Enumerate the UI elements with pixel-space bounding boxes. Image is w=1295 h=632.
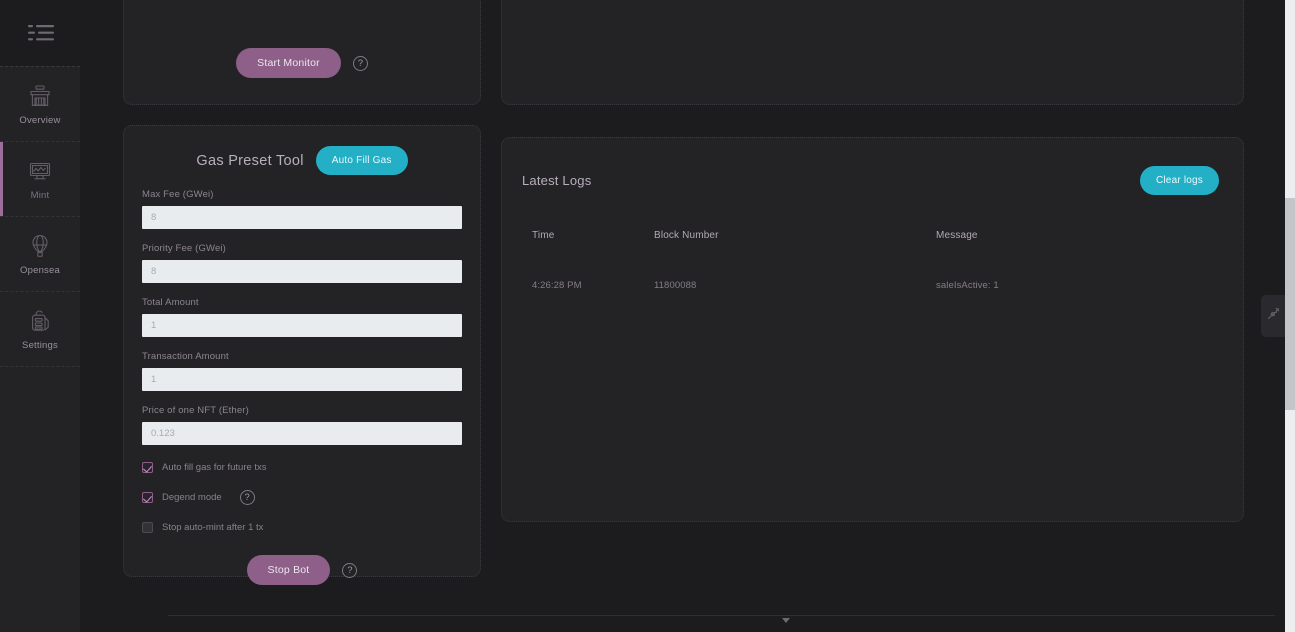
sidebar-item-settings[interactable]: Settings <box>0 292 80 367</box>
logs-top-card <box>501 0 1244 105</box>
main-content: Start Monitor ? Gas Preset Tool Auto Fil… <box>80 0 1285 632</box>
app-root: Overview Mint Opensea Settings Start Mon… <box>0 0 1295 632</box>
hot-air-balloon-icon <box>27 233 53 259</box>
sidebar: Overview Mint Opensea Settings <box>0 66 80 632</box>
field-priority-fee: Priority Fee (GWei) <box>124 243 480 283</box>
scrollbar-up-arrow[interactable] <box>1285 0 1295 10</box>
checkbox-label: Degend mode <box>162 492 222 503</box>
table-row: 4:26:28 PM 11800088 saleIsActive: 1 <box>504 251 1241 319</box>
scrollbar-thumb[interactable] <box>1285 198 1295 410</box>
sidebar-item-label: Overview <box>19 114 61 126</box>
help-icon[interactable]: ? <box>342 562 358 578</box>
stop-bot-button[interactable]: Stop Bot <box>246 555 331 585</box>
cell-block-number: 11800088 <box>654 279 697 291</box>
checkbox-label: Stop auto-mint after 1 tx <box>162 522 264 533</box>
field-nft-price: Price of one NFT (Ether) <box>124 405 480 445</box>
degend-mode-checkbox[interactable] <box>142 492 153 503</box>
latest-logs-card: Latest Logs Clear logs Time Block Number… <box>501 137 1244 522</box>
field-label: Priority Fee (GWei) <box>142 243 226 254</box>
checkbox-row-stop-auto-mint: Stop auto-mint after 1 tx <box>124 522 480 533</box>
help-icon[interactable]: ? <box>352 55 368 71</box>
sidebar-item-label: Mint <box>30 189 50 201</box>
bottom-divider <box>168 615 1275 616</box>
clear-logs-button[interactable]: Clear logs <box>1139 166 1219 195</box>
column-header-block-number: Block Number <box>654 229 719 241</box>
transaction-amount-input[interactable] <box>142 368 462 391</box>
tools-tab[interactable] <box>1261 295 1285 337</box>
field-max-fee: Max Fee (GWei) <box>124 189 480 229</box>
logs-title: Latest Logs <box>522 173 592 188</box>
max-fee-input[interactable] <box>142 206 462 229</box>
priority-fee-input[interactable] <box>142 260 462 283</box>
field-label: Max Fee (GWei) <box>142 189 214 200</box>
sidebar-item-opensea[interactable]: Opensea <box>0 217 80 292</box>
gas-card-actions: Stop Bot ? <box>124 555 480 585</box>
store-icon <box>27 83 53 109</box>
page-title: Gas Preset Tool <box>196 152 304 169</box>
auto-fill-gas-button[interactable]: Auto Fill Gas <box>315 146 408 175</box>
list-menu-icon[interactable] <box>28 22 54 44</box>
logs-table: Time Block Number Message 4:26:28 PM 118… <box>502 219 1243 321</box>
field-total-amount: Total Amount <box>124 297 480 337</box>
monitor-actions: Start Monitor ? <box>124 48 480 78</box>
start-monitor-button[interactable]: Start Monitor <box>236 48 341 78</box>
vertical-scrollbar[interactable] <box>1285 0 1295 632</box>
field-label: Transaction Amount <box>142 351 229 362</box>
field-label: Price of one NFT (Ether) <box>142 405 249 416</box>
cell-time: 4:26:28 PM <box>532 279 582 291</box>
field-label: Total Amount <box>142 297 199 308</box>
gas-preset-card: Gas Preset Tool Auto Fill Gas Max Fee (G… <box>123 125 481 585</box>
column-header-message: Message <box>936 229 978 241</box>
field-transaction-amount: Transaction Amount <box>124 351 480 391</box>
sidebar-item-mint[interactable]: Mint <box>0 142 80 217</box>
stop-auto-mint-checkbox[interactable] <box>142 522 153 533</box>
auto-fill-gas-checkbox[interactable] <box>142 462 153 473</box>
sidebar-item-overview[interactable]: Overview <box>0 67 80 142</box>
sidebar-item-label: Settings <box>22 339 58 351</box>
table-header-row: Time Block Number Message <box>504 221 1241 249</box>
logs-header: Latest Logs Clear logs <box>502 138 1243 195</box>
column-header-time: Time <box>532 229 555 241</box>
checkbox-row-degend-mode: Degend mode ? <box>124 490 480 505</box>
help-icon[interactable]: ? <box>239 490 255 505</box>
scroll-down-caret[interactable] <box>782 618 790 623</box>
wrench-icon <box>1267 307 1280 325</box>
monitor-card: Start Monitor ? <box>123 0 481 105</box>
nft-price-input[interactable] <box>142 422 462 445</box>
backpack-icon <box>27 308 53 334</box>
sidebar-item-label: Opensea <box>20 264 60 276</box>
total-amount-input[interactable] <box>142 314 462 337</box>
gas-card-header: Gas Preset Tool Auto Fill Gas <box>124 146 480 175</box>
monitor-icon <box>27 158 53 184</box>
scrollbar-down-arrow[interactable] <box>1285 622 1295 632</box>
checkbox-row-auto-fill: Auto fill gas for future txs <box>124 462 480 473</box>
checkbox-label: Auto fill gas for future txs <box>162 462 267 473</box>
cell-message: saleIsActive: 1 <box>936 279 999 291</box>
